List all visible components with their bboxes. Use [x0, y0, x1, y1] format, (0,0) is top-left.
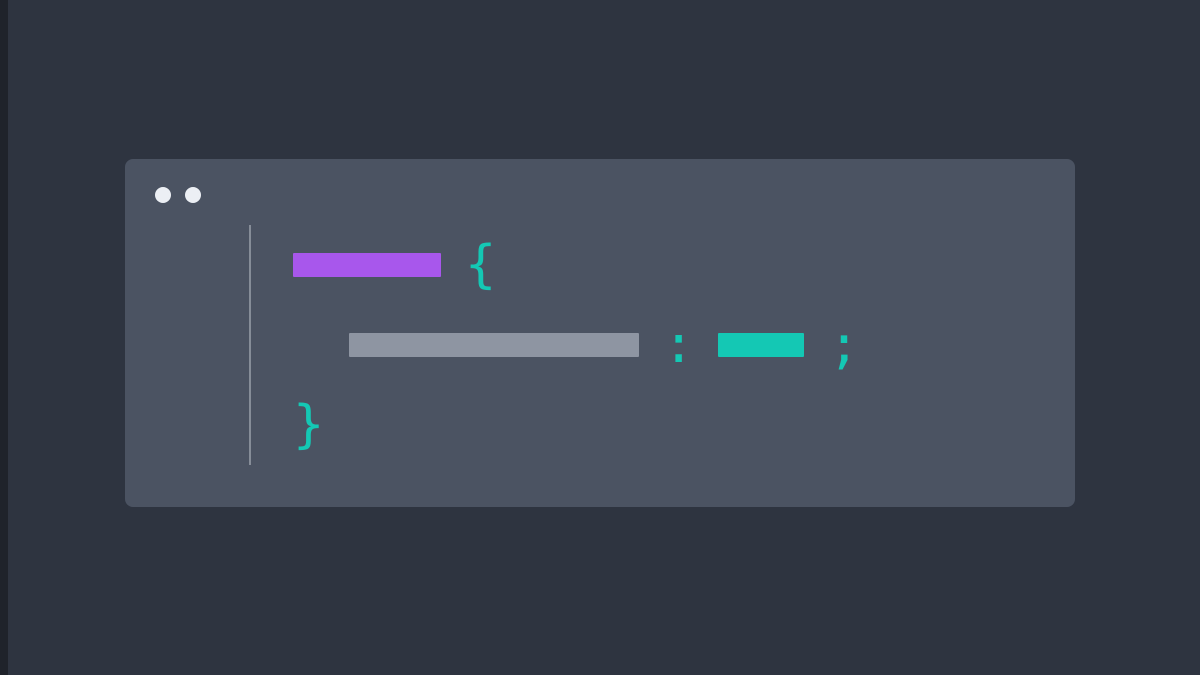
css-property-token	[349, 333, 639, 357]
colon-icon: :	[663, 319, 694, 371]
css-value-token	[718, 333, 804, 357]
css-selector-token	[293, 253, 441, 277]
close-brace-icon: }	[293, 399, 324, 451]
window-titlebar	[153, 183, 1047, 217]
code-area: { : ; }	[249, 217, 1047, 473]
window-control-dot[interactable]	[155, 187, 171, 203]
window-control-dot[interactable]	[185, 187, 201, 203]
code-line-selector: {	[275, 225, 1047, 305]
vignette-left-edge	[0, 0, 8, 675]
semicolon-icon: ;	[828, 319, 859, 371]
code-line-declaration: : ;	[275, 305, 1047, 385]
code-line-close: }	[275, 385, 1047, 465]
gutter-line-icon	[249, 225, 251, 465]
code-editor-window: { : ; }	[125, 159, 1075, 507]
open-brace-icon: {	[465, 239, 496, 291]
